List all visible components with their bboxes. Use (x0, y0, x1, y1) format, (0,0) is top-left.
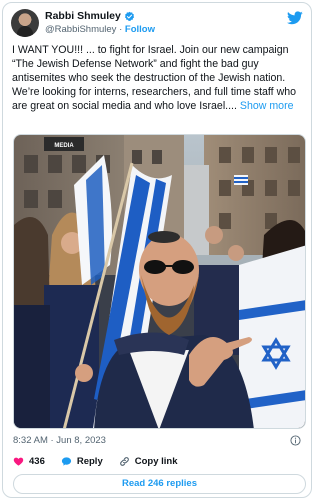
info-icon[interactable] (290, 435, 301, 446)
parade-photo: MEDIA (14, 135, 305, 428)
tweet-actions: 436 Reply Copy link (13, 456, 194, 467)
tweet-card: Rabbi Shmuley @RabbiShmuley · Follow I W… (2, 2, 312, 498)
twitter-bird-icon[interactable] (287, 11, 303, 25)
copy-link-label: Copy link (134, 456, 178, 467)
tweet-timestamp[interactable]: 8:32 AM · Jun 8, 2023 (13, 435, 106, 446)
like-button[interactable]: 436 (13, 456, 45, 467)
reply-button[interactable]: Reply (61, 456, 103, 467)
copy-link-button[interactable]: Copy link (119, 456, 178, 467)
like-count: 436 (29, 456, 45, 467)
media-banner: MEDIA (54, 143, 74, 149)
author-handle[interactable]: @RabbiShmuley (45, 24, 116, 35)
handle-row: @RabbiShmuley · Follow (45, 24, 155, 35)
verified-badge-icon (124, 11, 134, 21)
link-icon (119, 457, 129, 466)
author-display-name[interactable]: Rabbi Shmuley (45, 10, 121, 22)
handle-separator: · (116, 24, 125, 35)
author-avatar[interactable] (11, 9, 39, 37)
show-more-link[interactable]: Show more (240, 100, 294, 112)
read-replies-button[interactable]: Read 246 replies (13, 474, 306, 494)
display-name-row: Rabbi Shmuley (45, 10, 155, 22)
heart-icon (13, 457, 24, 466)
follow-button[interactable]: Follow (125, 24, 155, 35)
tweet-photo[interactable]: MEDIA (13, 134, 306, 429)
tweet-body: I WANT YOU!!! ... to fight for Israel. J… (12, 43, 304, 113)
speech-bubble-icon (61, 457, 71, 466)
tweet-header: Rabbi Shmuley @RabbiShmuley · Follow (11, 9, 303, 39)
reply-label: Reply (76, 456, 103, 467)
author-names: Rabbi Shmuley @RabbiShmuley · Follow (45, 10, 155, 35)
